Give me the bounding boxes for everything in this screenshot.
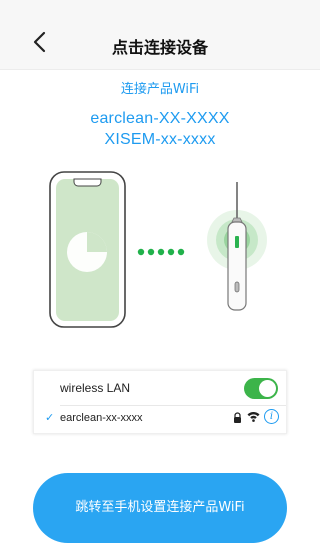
earclean-device-icon bbox=[207, 182, 267, 311]
connection-dots-icon bbox=[137, 248, 185, 256]
phone-to-device-illustration bbox=[49, 171, 267, 328]
wireless-lan-toggle[interactable] bbox=[244, 378, 278, 399]
toggle-knob bbox=[259, 380, 276, 397]
go-to-wifi-settings-button[interactable]: 跳转至手机设置连接产品WiFi bbox=[33, 473, 287, 543]
ssid-name-primary: earclean-XX-XXXX bbox=[90, 110, 230, 127]
lock-icon bbox=[234, 412, 241, 423]
phone-icon bbox=[49, 171, 126, 328]
wifi-signal-icon bbox=[247, 412, 260, 422]
checkmark-icon: ✓ bbox=[45, 411, 55, 424]
ssid-name-secondary: XISEM-xx-xxxx bbox=[104, 131, 216, 148]
wifi-settings-card: wireless LAN ✓ earclean-xx-xxxx i bbox=[33, 370, 287, 434]
instruction-subtitle: 连接产品WiFi bbox=[120, 82, 200, 97]
page-title: 点击连接设备 bbox=[111, 38, 208, 57]
wireless-lan-label: wireless LAN bbox=[60, 381, 131, 395]
header-bar: 点击连接设备 bbox=[0, 0, 320, 70]
network-name[interactable]: earclean-xx-xxxx bbox=[60, 412, 143, 424]
divider bbox=[60, 405, 286, 406]
info-icon[interactable]: i bbox=[264, 409, 279, 424]
